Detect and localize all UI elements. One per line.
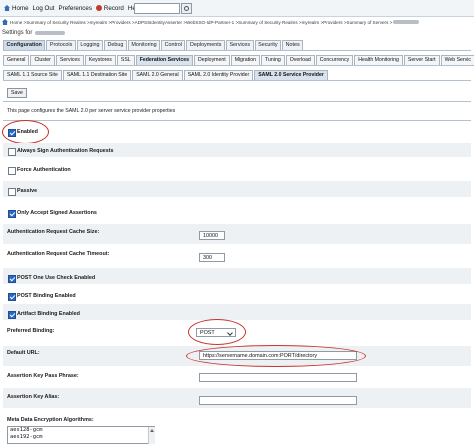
row-bg	[3, 181, 471, 197]
divider	[3, 101, 471, 102]
search-icon[interactable]	[181, 3, 192, 14]
redacted-server-name	[393, 20, 420, 24]
page-description: This page configures the SAML 2.0 per se…	[7, 108, 176, 114]
key-pass-label: Assertion Key Pass Phrase:	[7, 373, 79, 379]
save-button[interactable]: Save	[7, 88, 27, 98]
breadcrumb: Home >Summary of Security Realms >myreal…	[0, 17, 474, 27]
preferred-binding-select[interactable]: POST	[196, 328, 236, 337]
cache-size-label: Authentication Request Cache Size:	[7, 229, 100, 235]
cache-timeout-input[interactable]: 300	[199, 253, 225, 262]
settings-for-label: Settings for	[2, 30, 33, 36]
cache-size-input[interactable]: 10000	[199, 231, 225, 240]
divider	[3, 65, 471, 66]
divider	[3, 120, 471, 121]
only-signed-label: Only Accept Signed Assertions	[17, 210, 97, 216]
redacted-server-name	[35, 31, 66, 35]
cache-timeout-label: Authentication Request Cache Timeout:	[7, 251, 110, 257]
preferred-binding-value: POST	[200, 330, 215, 336]
only-signed-checkbox[interactable]	[8, 210, 16, 218]
breadcrumb-home-icon	[2, 19, 8, 25]
preferences-label: Preferences	[58, 4, 92, 12]
breadcrumb-text[interactable]: Home >Summary of Security Realms >myreal…	[10, 20, 392, 25]
divider	[3, 80, 471, 81]
key-pass-input[interactable]	[199, 373, 357, 382]
default-url-input[interactable]: https://servername.domain.com:PORT/direc…	[199, 351, 357, 360]
settings-for-title: Settings for	[2, 29, 66, 37]
home-label: Home	[12, 4, 29, 12]
force-auth-label: Force Authentication	[17, 167, 71, 173]
key-alias-input[interactable]	[199, 396, 357, 405]
home-link[interactable]: Home	[4, 5, 29, 12]
enabled-label: Enabled	[17, 129, 38, 135]
preferred-binding-label: Preferred Binding:	[7, 328, 55, 334]
passive-checkbox[interactable]	[8, 188, 16, 196]
enc-algs-label: Meta Data Encryption Algorithms:	[7, 417, 94, 423]
key-alias-label: Assertion Key Alias:	[7, 394, 60, 400]
record-link[interactable]: Record	[95, 4, 124, 12]
record-label: Record	[103, 4, 124, 12]
home-icon	[4, 5, 10, 11]
passive-label: Passive	[17, 188, 38, 194]
listbox-scrollbar[interactable]	[148, 427, 155, 444]
post-one-use-label: POST One Use Check Enabled	[17, 275, 96, 281]
enabled-checkbox[interactable]	[8, 129, 16, 137]
post-binding-label: POST Binding Enabled	[17, 293, 76, 299]
always-sign-label: Always Sign Authentication Requests	[17, 148, 114, 154]
logout-label: Log Out	[32, 4, 55, 12]
default-url-label: Default URL:	[7, 350, 40, 356]
enc-algs-listbox[interactable]: aes128-gcm aes192-gcm	[7, 426, 155, 444]
artifact-binding-checkbox[interactable]	[8, 311, 16, 319]
post-one-use-checkbox[interactable]	[8, 275, 16, 283]
search-input[interactable]	[134, 3, 180, 14]
post-binding-checkbox[interactable]	[8, 293, 16, 301]
divider	[3, 50, 471, 51]
record-icon	[95, 5, 102, 11]
logout-link[interactable]: Log Out	[33, 5, 55, 12]
list-item[interactable]: aes192-gcm	[10, 434, 154, 441]
top-toolbar: Home Log Out Preferences Record Help	[0, 0, 474, 17]
preferences-link[interactable]: Preferences	[59, 5, 92, 12]
force-auth-checkbox[interactable]	[8, 167, 16, 175]
artifact-binding-label: Artifact Binding Enabled	[17, 311, 80, 317]
chevron-down-icon	[227, 330, 233, 336]
always-sign-checkbox[interactable]	[8, 148, 16, 156]
